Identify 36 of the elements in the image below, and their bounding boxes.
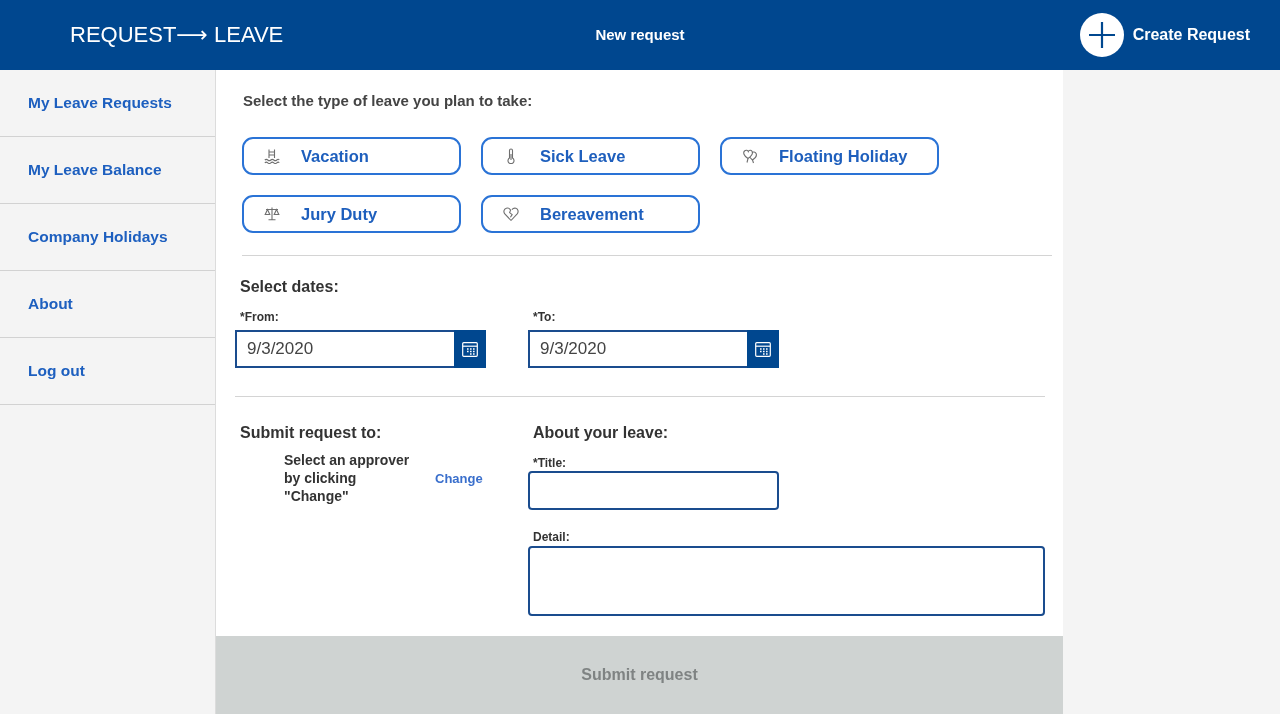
leave-type-button[interactable]: Sick Leave [481,137,700,175]
page-title: New request [595,26,685,43]
sidebar-item[interactable]: My Leave Requests [0,70,215,137]
plus-icon [1079,13,1124,57]
broken-heart-icon [503,206,519,222]
create-request-button[interactable]: Create Request [1079,13,1250,57]
leave-type-button[interactable]: Jury Duty [242,195,461,233]
date-input[interactable]: 9/3/2020 [235,330,454,368]
section-heading: About your leave: [533,423,669,443]
section-heading: Select dates: [240,277,339,297]
field-label: *From: [240,310,279,324]
leave-type-button[interactable]: Bereavement [481,195,700,233]
calendar-button[interactable] [747,330,779,368]
change-link[interactable]: Change [435,470,483,486]
leave-type-prompt: Select the type of leave you plan to take: [243,92,533,110]
date-input[interactable]: 9/3/2020 [528,330,747,368]
sidebar-item[interactable]: Log out [0,338,215,405]
section-heading: Submit request to: [240,423,382,443]
balloons-icon [742,148,758,164]
calendar-button[interactable] [454,330,486,368]
leave-type-button[interactable]: Vacation [242,137,461,175]
sidebar-item[interactable]: My Leave Balance [0,137,215,204]
calendar-icon [755,341,771,357]
scales-icon [264,206,280,222]
calendar-icon [462,341,478,357]
title-field[interactable] [528,471,779,510]
sidebar-item[interactable]: Company Holidays [0,204,215,271]
detail-field[interactable] [528,546,1045,616]
sidebar-item[interactable]: About [0,271,215,338]
app-title: REQUEST⟶ LEAVE [70,22,284,47]
field-label: *Title: [533,456,567,470]
pool-ladder-icon [264,148,280,164]
leave-type-button[interactable]: Floating Holiday [720,137,939,175]
field-label: Detail: [533,530,570,544]
approver-hint: Select an approver by clicking "Change" [284,451,411,505]
field-label: *To: [533,310,556,324]
